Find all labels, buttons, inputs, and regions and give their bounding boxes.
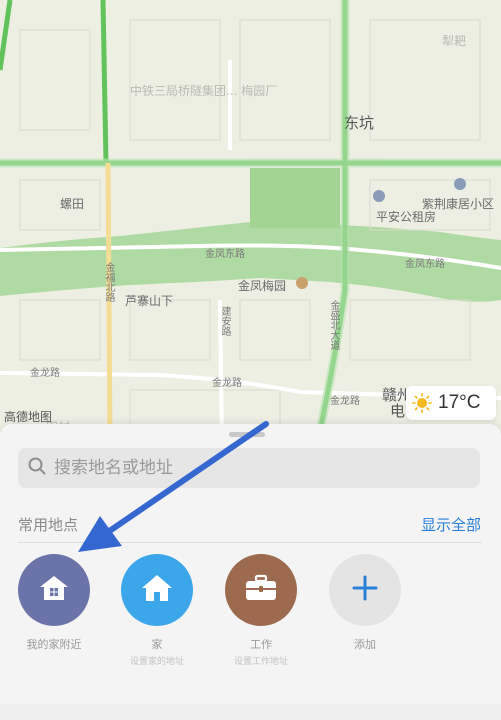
map-label: 金龙路: [330, 396, 360, 407]
map-label: 中铁三局桥隧集团... 梅园厂: [130, 84, 278, 98]
map-label: 东坑: [344, 114, 375, 132]
map-label: 金盛北大道: [328, 300, 339, 350]
place-name: 工作: [250, 638, 272, 651]
place-name: 添加: [354, 638, 376, 651]
divider: [18, 542, 482, 543]
map-label: 金凤东路: [405, 259, 445, 270]
weather-temperature: 17°C: [438, 392, 481, 413]
map-label: 螺田: [60, 197, 85, 211]
place-item-home-nearby[interactable]: 我的家附近: [14, 554, 94, 654]
briefcase-icon: [244, 574, 278, 606]
place-circle[interactable]: [121, 554, 193, 626]
sheet-drag-handle[interactable]: [229, 432, 265, 437]
map-label: 建安路: [219, 306, 230, 336]
bottom-sheet: 常用地点 显示全部 我的家附近: [0, 424, 501, 720]
map-label: 犁耙: [442, 34, 467, 48]
show-all-link[interactable]: 显示全部: [421, 514, 481, 535]
place-circle[interactable]: [18, 554, 90, 626]
map-view[interactable]: 犁耙 中铁三局桥隧集团... 梅园厂 东坑 螺田 平安公租房 紫荆康居小区 金凤…: [0, 0, 501, 440]
place-item-work[interactable]: 工作 设置工作地址: [221, 554, 301, 667]
place-name: 家: [151, 638, 163, 651]
map-label: 芦寨山下: [125, 294, 174, 308]
place-circle[interactable]: [329, 554, 401, 626]
search-input[interactable]: [54, 458, 454, 478]
map-label: 金凤梅园: [238, 279, 287, 293]
search-bar[interactable]: [18, 448, 480, 488]
amap-logo: 高德地图: [4, 410, 53, 424]
place-name: 我的家附近: [26, 638, 82, 651]
plus-icon: [352, 575, 378, 605]
map-label: 电: [390, 402, 406, 420]
place-subtitle: 设置工作地址: [233, 657, 288, 667]
bottom-bar: [0, 704, 501, 720]
frequent-places-title: 常用地点: [18, 516, 79, 534]
map-label: 金福北路: [103, 262, 114, 302]
map-label: 金龙路: [30, 368, 60, 379]
home-grid-icon: [39, 575, 69, 605]
place-item-home[interactable]: 家 设置家的地址: [117, 554, 197, 667]
weather-widget[interactable]: 17°C: [406, 386, 496, 420]
sun-icon: [412, 393, 432, 413]
map-label: 紫荆康居小区: [422, 197, 495, 211]
map-label: 金龙路: [212, 378, 242, 389]
place-subtitle: 设置家的地址: [129, 657, 184, 667]
search-icon: [28, 457, 46, 479]
home-icon: [140, 573, 174, 607]
frequent-places-row: 我的家附近 家 设置家的地址 工作 设置工作地址 添加: [14, 554, 494, 667]
place-circle[interactable]: [225, 554, 297, 626]
place-item-add[interactable]: 添加: [325, 554, 405, 654]
map-label: 金凤东路: [205, 249, 245, 260]
